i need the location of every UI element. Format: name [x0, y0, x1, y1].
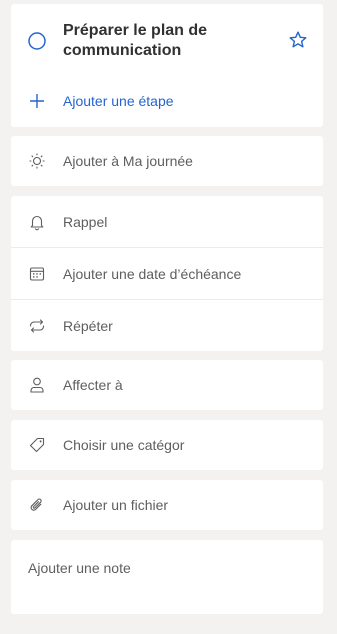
category-label: Choisir une catégor — [63, 437, 185, 453]
reminder-label: Rappel — [63, 213, 108, 230]
task-title[interactable]: Préparer le plan de communication — [63, 21, 283, 61]
add-to-my-day-label: Ajouter à Ma journée — [63, 153, 193, 169]
add-file-button[interactable]: Ajouter un fichier — [11, 480, 323, 530]
bell-icon — [28, 213, 46, 231]
due-date-button[interactable]: Ajouter une date d’échéance — [11, 248, 323, 299]
add-to-my-day-button[interactable]: Ajouter à Ma journée — [11, 136, 323, 186]
tag-icon — [28, 436, 46, 454]
assign-button[interactable]: Affecter à — [11, 360, 323, 410]
due-date-label: Ajouter une date d’échéance — [63, 265, 242, 282]
add-step-label: Ajouter une étape — [63, 93, 174, 109]
circle-outline-icon — [28, 32, 46, 50]
add-file-label: Ajouter un fichier — [63, 497, 169, 513]
file-card: Ajouter un fichier — [11, 480, 323, 530]
repeat-icon — [28, 317, 46, 335]
task-card: Préparer le plan de communication Ajoute… — [11, 4, 323, 127]
paperclip-icon — [28, 496, 46, 514]
repeat-button[interactable]: Répéter — [11, 300, 323, 351]
importance-star-button[interactable] — [288, 30, 308, 50]
my-day-card: Ajouter à Ma journée — [11, 136, 323, 186]
plus-icon — [28, 92, 46, 110]
repeat-label: Répéter — [63, 317, 113, 334]
category-card: Choisir une catégor — [11, 420, 323, 470]
assign-label: Affecter à — [63, 377, 123, 393]
star-outline-icon — [289, 31, 307, 48]
person-icon — [28, 376, 46, 394]
assign-card: Affecter à — [11, 360, 323, 410]
schedule-card: Rappel Ajouter une date d’échéance Répét… — [11, 196, 323, 351]
reminder-button[interactable]: Rappel — [11, 196, 323, 247]
note-input[interactable]: Ajouter une note — [28, 560, 131, 576]
calendar-icon — [28, 265, 46, 283]
add-step-button[interactable]: Ajouter une étape — [11, 88, 323, 114]
note-card[interactable]: Ajouter une note — [11, 540, 323, 614]
sun-icon — [28, 152, 46, 170]
complete-task-button[interactable] — [27, 31, 47, 51]
category-button[interactable]: Choisir une catégor — [11, 420, 323, 470]
